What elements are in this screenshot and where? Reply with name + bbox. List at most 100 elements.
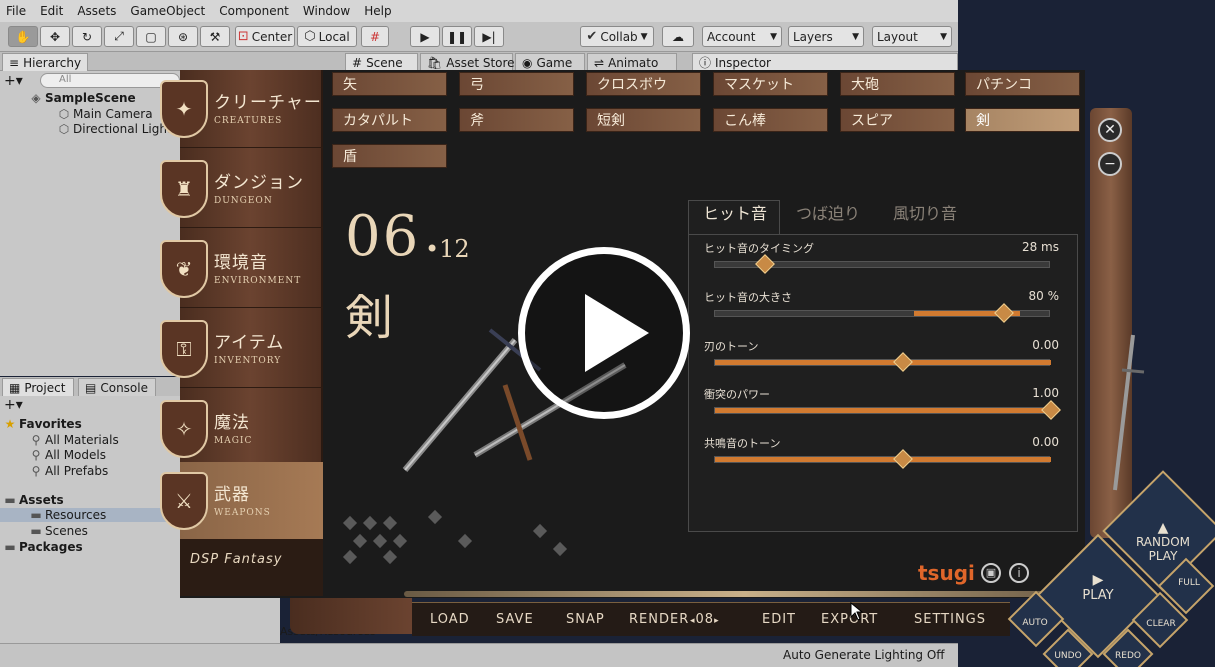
favorites-node[interactable]: ★ Favorites bbox=[4, 417, 82, 431]
video-play-overlay[interactable] bbox=[518, 247, 690, 419]
tab-game[interactable]: ◉ Game bbox=[515, 53, 585, 71]
slider-fill bbox=[715, 408, 1051, 413]
minimize-icon[interactable]: − bbox=[1098, 152, 1122, 176]
scene-node[interactable]: ◈ SampleScene bbox=[30, 91, 135, 105]
list-item[interactable]: ⬡ Directional Light bbox=[58, 122, 172, 136]
move-tool-button[interactable]: ✥ bbox=[40, 26, 70, 47]
pivot-center-button[interactable]: ⊡ Center bbox=[235, 26, 295, 47]
tab-asset-store[interactable]: 🛍 Asset Store bbox=[420, 53, 515, 71]
render-value[interactable]: ◂08▸ bbox=[690, 612, 720, 627]
add-icon[interactable]: +▾ bbox=[4, 397, 23, 413]
load-button[interactable]: LOAD bbox=[430, 612, 470, 627]
custom-tool-button[interactable]: ⚒ bbox=[200, 26, 230, 47]
assets-node[interactable]: ▬ Assets bbox=[4, 493, 64, 507]
snap-button[interactable]: SNAP bbox=[566, 612, 605, 627]
scene-tab-label: Scene bbox=[366, 55, 403, 70]
list-item[interactable]: ▬ Scenes bbox=[30, 524, 88, 538]
param-slider[interactable] bbox=[714, 254, 1050, 274]
tab-inspector[interactable]: ⓘ Inspector bbox=[692, 53, 958, 71]
menu-window[interactable]: Window bbox=[303, 4, 350, 18]
param-slider[interactable] bbox=[714, 449, 1051, 469]
close-icon[interactable]: ✕ bbox=[1098, 118, 1122, 142]
edit-button[interactable]: EDIT bbox=[762, 612, 796, 627]
hierarchy-search-input[interactable]: All bbox=[40, 73, 180, 88]
sidebar-item-inventory[interactable]: ⚿ アイテム INVENTORY bbox=[160, 310, 323, 388]
tab-project[interactable]: ▦ Project bbox=[2, 378, 74, 396]
scale-tool-button[interactable]: ⤢ bbox=[104, 26, 134, 47]
param-slider[interactable] bbox=[714, 352, 1051, 372]
tab-swoosh[interactable]: 風切り音 bbox=[893, 200, 957, 224]
sidebar-item-dungeon[interactable]: ♜ ダンジョン DUNGEON bbox=[160, 150, 323, 228]
weapon-button[interactable]: 斧 bbox=[459, 108, 574, 132]
account-dropdown[interactable]: Account ▼ bbox=[702, 26, 782, 47]
tab-hit-sound[interactable]: ヒット音 bbox=[703, 200, 767, 224]
menu-gameobject[interactable]: GameObject bbox=[130, 4, 205, 18]
collab-dropdown[interactable]: ✔ Collab ▼ bbox=[580, 26, 654, 47]
cloud-icon: ☁ bbox=[672, 29, 684, 44]
list-item[interactable]: ▬ Resources bbox=[0, 508, 180, 522]
list-item[interactable]: ⚲ All Prefabs bbox=[30, 464, 109, 478]
pause-button[interactable]: ❚❚ bbox=[442, 26, 472, 47]
folder-icon: ▦ bbox=[9, 380, 21, 395]
weapon-button[interactable]: カタパルト bbox=[332, 108, 447, 132]
hand-tool-button[interactable]: ✋ bbox=[8, 26, 38, 47]
weapon-button[interactable]: 大砲 bbox=[840, 72, 955, 96]
weapon-button[interactable]: 弓 bbox=[459, 72, 574, 96]
packages-node[interactable]: ▬ Packages bbox=[4, 540, 82, 554]
sound-subnumber: •12 bbox=[425, 235, 470, 263]
tab-console[interactable]: ▤ Console bbox=[78, 378, 156, 396]
param-label: 刃のトーン bbox=[704, 340, 759, 353]
grid-snap-button[interactable]: # bbox=[361, 26, 389, 47]
render-button[interactable]: RENDER bbox=[629, 612, 689, 627]
item-label: All Models bbox=[45, 448, 106, 462]
weapon-button[interactable]: 矢 bbox=[332, 72, 447, 96]
assets-label: Assets bbox=[19, 493, 64, 507]
transform-tool-button[interactable]: ⊛ bbox=[168, 26, 198, 47]
settings-button[interactable]: SETTINGS bbox=[914, 612, 986, 627]
weapon-button[interactable]: こん棒 bbox=[713, 108, 828, 132]
weapon-button[interactable]: スピア bbox=[840, 108, 955, 132]
list-item[interactable]: ⬡ Main Camera bbox=[58, 107, 153, 121]
menu-assets[interactable]: Assets bbox=[77, 4, 116, 18]
tab-animator[interactable]: ⇌ Animato bbox=[587, 53, 677, 71]
info-icon[interactable]: i bbox=[1009, 563, 1029, 583]
list-item[interactable]: ⚲ All Materials bbox=[30, 433, 119, 447]
save-button[interactable]: SAVE bbox=[496, 612, 534, 627]
menu-edit[interactable]: Edit bbox=[40, 4, 63, 18]
param-slider[interactable] bbox=[714, 303, 1050, 323]
play-button[interactable]: ▶ bbox=[410, 26, 440, 47]
menu-help[interactable]: Help bbox=[364, 4, 391, 18]
play-label: PLAY bbox=[1082, 588, 1114, 603]
sidebar-item-creatures[interactable]: ✦ クリーチャー CREATURES bbox=[160, 70, 323, 148]
slider-fill bbox=[715, 360, 1051, 365]
tools-icon: ⚒ bbox=[209, 29, 221, 44]
weapon-button[interactable]: パチンコ bbox=[965, 72, 1080, 96]
menu-file[interactable]: File bbox=[6, 4, 26, 18]
weapon-button-selected[interactable]: 剣 bbox=[965, 108, 1080, 132]
save-icon[interactable]: ▣ bbox=[981, 563, 1001, 583]
weapon-button[interactable]: 盾 bbox=[332, 144, 447, 168]
pivot-local-button[interactable]: ⬡ Local bbox=[297, 26, 357, 47]
sidebar-item-weapons[interactable]: ⚔ 武器 WEAPONS bbox=[160, 462, 323, 540]
cloud-button[interactable]: ☁ bbox=[662, 26, 694, 47]
tab-clash[interactable]: つば迫り bbox=[796, 200, 860, 224]
rect-icon: ▢ bbox=[145, 29, 157, 44]
add-icon[interactable]: +▾ bbox=[4, 73, 23, 89]
param-slider[interactable] bbox=[714, 400, 1061, 420]
eagle-icon: ✦ bbox=[160, 80, 208, 138]
layers-dropdown[interactable]: Layers ▼ bbox=[788, 26, 864, 47]
menu-component[interactable]: Component bbox=[219, 4, 289, 18]
chevron-down-icon: ▼ bbox=[940, 31, 947, 42]
layout-dropdown[interactable]: Layout ▼ bbox=[872, 26, 952, 47]
tab-scene[interactable]: # Scene bbox=[345, 53, 418, 71]
list-item[interactable]: ⚲ All Models bbox=[30, 448, 106, 462]
weapon-button[interactable]: マスケット bbox=[713, 72, 828, 96]
tab-hierarchy[interactable]: ≡ Hierarchy bbox=[2, 53, 88, 71]
sidebar-item-environment[interactable]: ❦ 環境音 ENVIRONMENT bbox=[160, 230, 323, 308]
step-button[interactable]: ▶| bbox=[474, 26, 504, 47]
sidebar-item-magic[interactable]: ✧ 魔法 MAGIC bbox=[160, 390, 323, 468]
rotate-tool-button[interactable]: ↻ bbox=[72, 26, 102, 47]
rect-tool-button[interactable]: ▢ bbox=[136, 26, 166, 47]
weapon-button[interactable]: クロスボウ bbox=[586, 72, 701, 96]
weapon-button[interactable]: 短剣 bbox=[586, 108, 701, 132]
